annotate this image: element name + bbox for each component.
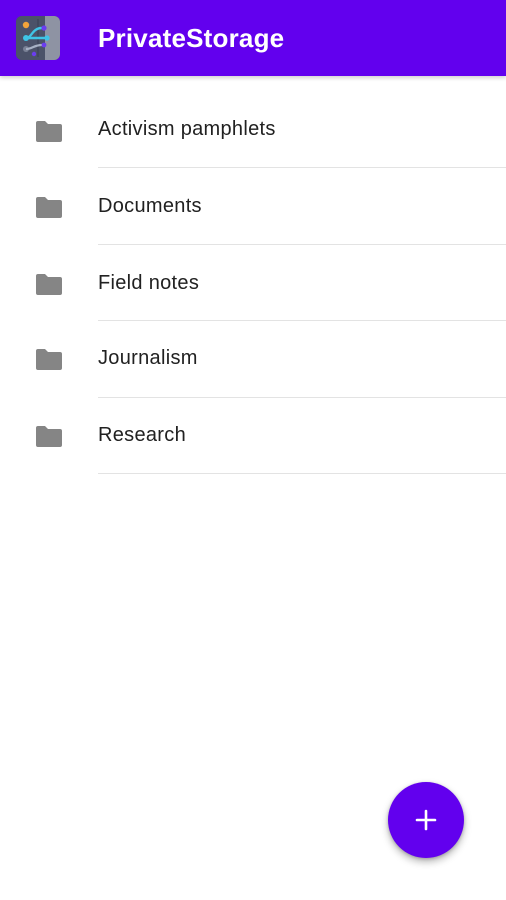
plus-icon — [414, 808, 438, 832]
folder-icon — [34, 119, 64, 143]
add-folder-button[interactable] — [388, 782, 464, 858]
folder-item-activism-pamphlets[interactable]: Activism pamphlets — [0, 76, 506, 168]
private-storage-logo-icon — [16, 16, 60, 60]
folder-label: Field notes — [98, 272, 200, 294]
app-bar: PrivateStorage — [0, 0, 506, 76]
folder-item-research[interactable]: Research — [0, 398, 506, 474]
folder-label: Activism pamphlets — [98, 118, 276, 140]
folder-icon — [34, 347, 64, 371]
screen: PrivateStorage Activism pamphlets Docume… — [0, 0, 506, 900]
app-title: PrivateStorage — [98, 23, 285, 53]
folder-icon — [34, 272, 64, 296]
folder-item-documents[interactable]: Documents — [0, 168, 506, 245]
folder-label: Journalism — [98, 347, 198, 369]
folder-item-field-notes[interactable]: Field notes — [0, 245, 506, 321]
folder-list: Activism pamphlets Documents Field notes… — [0, 76, 506, 474]
folder-icon — [34, 195, 64, 219]
folder-icon — [34, 424, 64, 448]
folder-label: Research — [98, 424, 186, 446]
folder-label: Documents — [98, 195, 202, 217]
folder-item-journalism[interactable]: Journalism — [0, 321, 506, 398]
